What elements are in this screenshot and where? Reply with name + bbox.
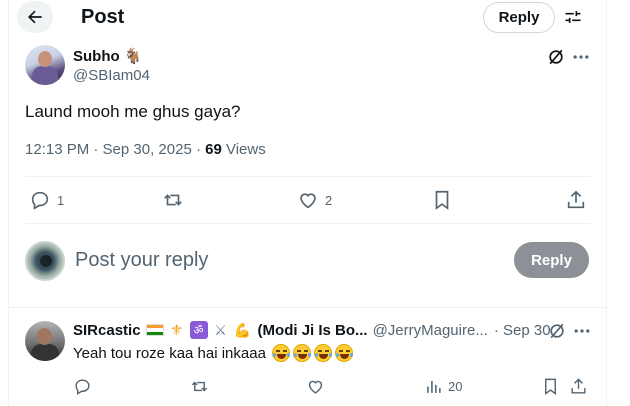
more-dots-icon[interactable] [572,321,592,341]
reply-submit-button[interactable]: Reply [514,242,589,278]
more-dots-icon[interactable] [571,47,591,67]
author-name[interactable]: Subho 🐐 [73,47,143,65]
post-timestamp[interactable]: 12:13 PM · Sep 30, 2025 · [25,141,205,158]
laughing-emoji-icon [292,344,311,362]
reply-text-body: Yeah tou roze kaa hai inkaaa [73,344,266,362]
reply-bookmark-action[interactable] [541,375,560,397]
author-avatar[interactable] [25,45,65,85]
reply-date[interactable]: · Sep 30 [494,322,551,339]
like-action[interactable]: 2 [297,188,332,212]
retweet-action[interactable] [162,188,184,212]
laughing-emoji-icon [334,344,353,362]
reply-share-action[interactable] [569,375,588,397]
column-border-left [8,0,9,406]
reply-actions: 20 [73,375,593,397]
trident-emoji-icon: ⚜ [169,322,184,339]
composer-avatar [25,241,65,281]
comment-icon [31,191,49,210]
comment-icon [75,378,90,395]
divider [25,176,591,177]
bookmark-icon [545,378,556,395]
flexed-arm-icon: 💪 [233,321,252,338]
reply-author-name-suffix[interactable]: (Modi Ji Is Bo... [258,322,368,339]
sliders-icon [565,11,581,23]
grok-icon[interactable] [546,47,566,67]
laughing-emoji-icon [313,344,332,362]
crossed-swords-icon: ⚔ [214,321,227,338]
om-emoji-icon: ॐ [189,321,208,339]
reply-author-handle[interactable]: @JerryMaguire... [373,322,488,339]
header-reply-button[interactable]: Reply [483,2,555,33]
post-actions: 1 2 [25,188,591,212]
divider [25,223,591,224]
reply-retweet-action[interactable] [190,375,209,397]
india-flag-icon [145,324,164,336]
share-icon [571,377,586,394]
laughing-emoji-icon [271,344,290,362]
reply-reply-action[interactable] [73,375,92,397]
page-title: Post [81,6,125,28]
author-handle[interactable]: @SBIam04 [73,67,150,84]
top-header: Post Reply [0,0,630,36]
heart-icon [308,380,323,394]
reply-like-action[interactable] [306,375,325,397]
reply-author-name[interactable]: SIRcastic [73,322,141,339]
views-label: Views [221,141,266,158]
column-border-right [606,0,607,406]
reply-views-action[interactable]: 20 [424,375,462,397]
bookmark-action[interactable] [431,188,453,212]
grok-icon[interactable] [547,321,567,341]
filter-button[interactable] [561,5,585,29]
reply-author-avatar[interactable] [25,321,65,361]
reply-input[interactable]: Post your reply [75,249,208,272]
reply-header: SIRcastic ⚜ ॐ ⚔ 💪 (Modi Ji Is Bo... @Jer… [73,321,551,339]
back-button[interactable] [17,1,53,33]
retweet-icon [164,194,182,206]
retweet-icon [191,381,208,391]
views-count: 69 [205,141,222,158]
bookmark-icon [435,190,449,210]
reply-views-count: 20 [448,378,463,394]
arrow-left-icon [28,10,42,24]
share-action[interactable] [565,188,587,212]
reply-text: Yeah tou roze kaa hai inkaaa [73,344,353,362]
section-divider [8,307,607,308]
heart-icon [300,193,316,209]
share-icon [567,190,585,209]
analytics-icon [427,380,441,393]
reply-action[interactable]: 1 [29,188,64,212]
reply-count: 1 [57,192,65,208]
like-count: 2 [325,192,333,208]
post-text: Laund mooh me ghus gaya? [25,102,241,121]
post-meta: 12:13 PM · Sep 30, 2025 · 69 Views [25,141,266,158]
